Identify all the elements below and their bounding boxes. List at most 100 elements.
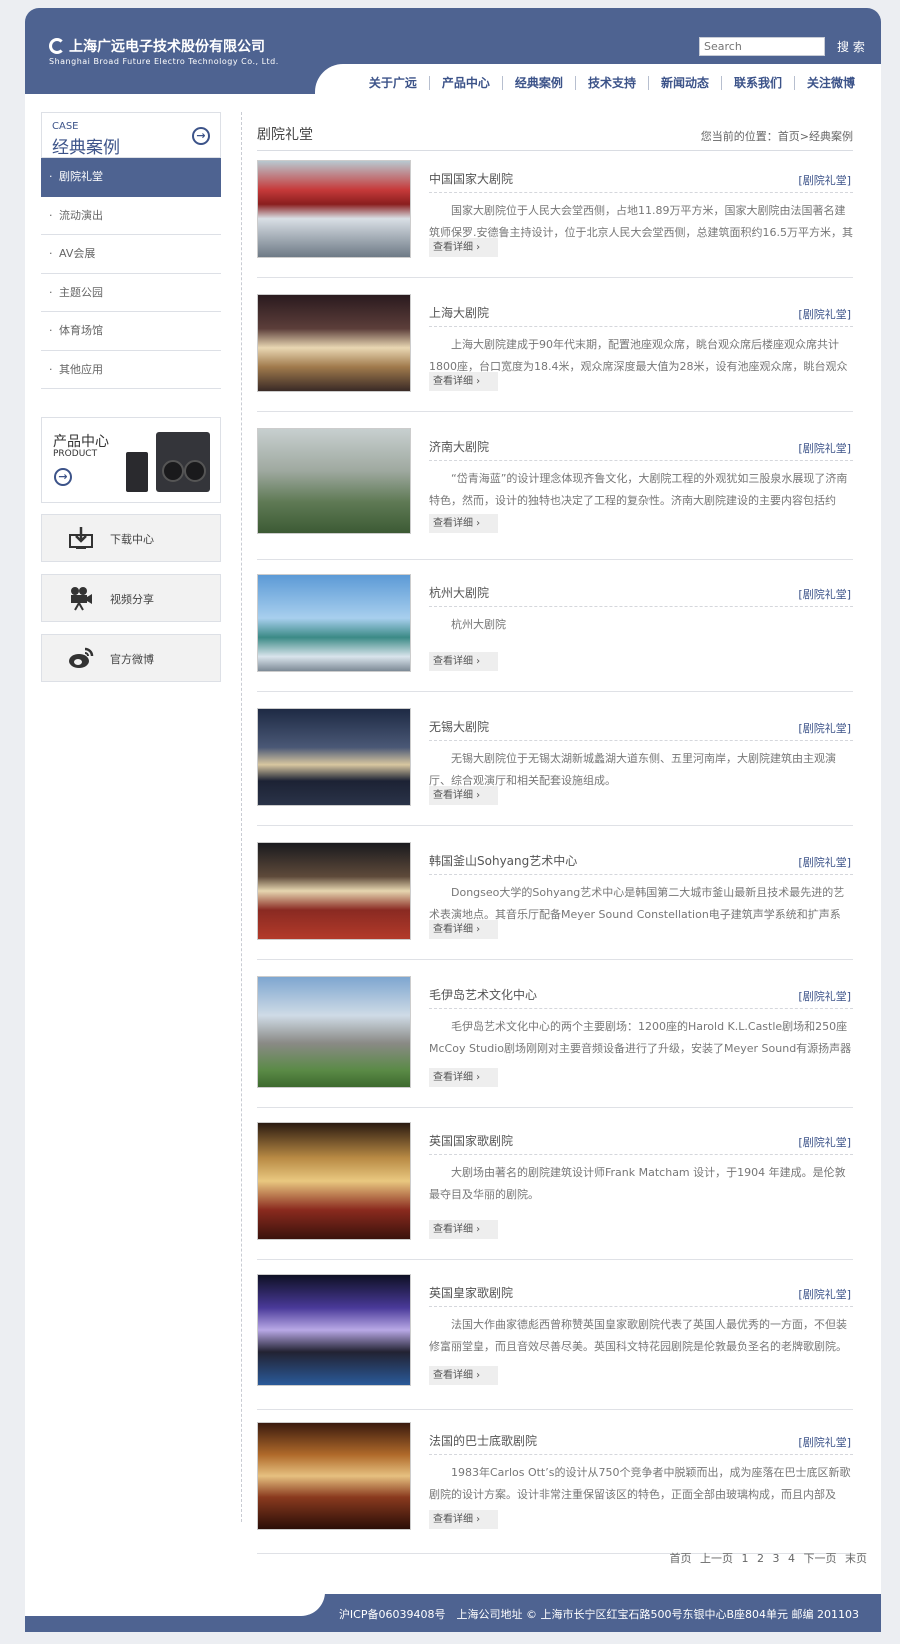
nav-about[interactable]: 关于广远 xyxy=(357,76,429,90)
article-divider xyxy=(429,1154,853,1155)
nav-weibo[interactable]: 关注微博 xyxy=(793,76,867,90)
article-thumbnail[interactable] xyxy=(257,842,411,940)
video-share-button[interactable]: 视频分享 xyxy=(41,574,221,622)
pager-page-3[interactable]: 3 xyxy=(773,1552,780,1565)
footer-info: 沪ICP备06039408号 上海公司地址 © 上海市长宁区红宝石路500号东银… xyxy=(338,1608,859,1621)
article-thumbnail[interactable] xyxy=(257,1122,411,1240)
view-detail-button[interactable]: 查看详细 › xyxy=(429,652,498,671)
article-title[interactable]: 杭州大剧院 xyxy=(429,584,489,601)
speaker-large-icon xyxy=(156,432,210,492)
article-category[interactable]: [剧院礼堂] xyxy=(798,306,851,322)
article-item-busan-sohyang: 韩国釜山Sohyang艺术中心 [剧院礼堂] Dongseo大学的Sohyang艺术… xyxy=(257,842,853,960)
article-thumbnail[interactable] xyxy=(257,708,411,806)
article-category[interactable]: [剧院礼堂] xyxy=(798,440,851,456)
article-title[interactable]: 毛伊岛艺术文化中心 xyxy=(429,986,537,1003)
article-category[interactable]: [剧院礼堂] xyxy=(798,854,851,870)
view-detail-button[interactable]: 查看详细 › xyxy=(429,1068,498,1087)
sidebar-heading: CASE 经典案例 → xyxy=(41,112,221,158)
article-summary: 1983年Carlos Ott’s的设计从750个竞争者中脱颖而出，成为座落在巴… xyxy=(429,1466,851,1501)
article-category[interactable]: [剧院礼堂] xyxy=(798,1434,851,1450)
view-detail-button[interactable]: 查看详细 › xyxy=(429,786,498,805)
pager-last[interactable]: 末页 xyxy=(845,1552,867,1565)
column-divider xyxy=(241,112,242,1522)
sidebar-item-other[interactable]: 其他应用 xyxy=(41,351,221,389)
article-thumbnail[interactable] xyxy=(257,574,411,672)
article-divider xyxy=(429,1454,853,1455)
sidebar-item-av-expo[interactable]: AV会展 xyxy=(41,235,221,274)
article-title[interactable]: 中国国家大剧院 xyxy=(429,170,513,187)
article-item-royal-opera: 英国皇家歌剧院 [剧院礼堂] 法国大作曲家德彪西曾称赞英国皇家歌剧院代表了英国人最优… xyxy=(257,1274,853,1410)
speaker-small-icon xyxy=(126,452,148,492)
view-detail-button[interactable]: 查看详细 › xyxy=(429,1220,498,1239)
article-title[interactable]: 济南大剧院 xyxy=(429,438,489,455)
sidebar-item-touring[interactable]: 流动演出 xyxy=(41,197,221,235)
download-center-label: 下载中心 xyxy=(110,533,154,546)
pager-next[interactable]: 下一页 xyxy=(804,1552,837,1565)
article-category[interactable]: [剧院礼堂] xyxy=(798,720,851,736)
article-thumbnail[interactable] xyxy=(257,160,411,258)
article-category[interactable]: [剧院礼堂] xyxy=(798,586,851,602)
article-thumbnail[interactable] xyxy=(257,428,411,534)
article-divider xyxy=(429,606,853,607)
article-title[interactable]: 韩国釜山Sohyang艺术中心 xyxy=(429,852,577,869)
article-item-english-national: 英国国家歌剧院 [剧院礼堂] 大剧场由著名的剧院建筑设计师Frank Matcham… xyxy=(257,1122,853,1260)
article-title[interactable]: 法国的巴士底歌剧院 xyxy=(429,1432,537,1449)
pagination: 首页 上一页 1 2 3 4 下一页 末页 xyxy=(665,1550,868,1566)
view-detail-button[interactable]: 查看详细 › xyxy=(429,238,498,257)
pager-page-1[interactable]: 1 xyxy=(742,1552,749,1565)
article-category[interactable]: [剧院礼堂] xyxy=(798,1134,851,1150)
view-detail-button[interactable]: 查看详细 › xyxy=(429,1366,498,1385)
view-detail-button[interactable]: 查看详细 › xyxy=(429,1510,498,1529)
pager-first[interactable]: 首页 xyxy=(670,1552,692,1565)
search-input[interactable] xyxy=(699,37,825,56)
article-item-bastille-opera: 法国的巴士底歌剧院 [剧院礼堂] 1983年Carlos Ott’s的设计从750个… xyxy=(257,1422,853,1554)
breadcrumb: 您当前的位置：首页>经典案例 xyxy=(700,130,853,143)
official-weibo-button[interactable]: 官方微博 xyxy=(41,634,221,682)
pager-prev[interactable]: 上一页 xyxy=(700,1552,733,1565)
article-thumbnail[interactable] xyxy=(257,1274,411,1386)
page-title: 剧院礼堂 xyxy=(257,127,313,143)
sidebar-item-theater[interactable]: 剧院礼堂 xyxy=(41,158,221,197)
pager-page-2[interactable]: 2 xyxy=(757,1552,764,1565)
article-divider xyxy=(429,874,853,875)
video-camera-icon xyxy=(68,585,94,611)
nav-products[interactable]: 产品中心 xyxy=(428,76,502,90)
nav-cases[interactable]: 经典案例 xyxy=(501,76,575,90)
arrow-right-icon[interactable]: → xyxy=(54,468,72,486)
nav-contact[interactable]: 联系我们 xyxy=(720,76,794,90)
main-nav: 关于广远 产品中心 经典案例 技术支持 新闻动态 联系我们 关注微博 xyxy=(357,76,867,90)
official-weibo-label: 官方微博 xyxy=(110,653,154,666)
article-summary: 毛伊岛艺术文化中心的两个主要剧场：1200座的Harold K.L.Castle… xyxy=(429,1020,852,1055)
article-summary: 法国大作曲家德彪西曾称赞英国皇家歌剧院代表了英国人最优秀的一方面，不但装修富丽堂… xyxy=(429,1318,847,1353)
logo-text-cn: 上海广远电子技术股份有限公司 xyxy=(69,39,265,55)
article-thumbnail[interactable] xyxy=(257,976,411,1088)
view-detail-button[interactable]: 查看详细 › xyxy=(429,372,498,391)
article-item-shanghai-grand: 上海大剧院 [剧院礼堂] 上海大剧院建成于90年代末期，配置池座观众席，眺台观众席后… xyxy=(257,294,853,412)
title-divider xyxy=(257,150,853,151)
view-detail-button[interactable]: 查看详细 › xyxy=(429,514,498,533)
article-title[interactable]: 英国皇家歌剧院 xyxy=(429,1284,513,1301)
article-title[interactable]: 英国国家歌剧院 xyxy=(429,1132,513,1149)
article-thumbnail[interactable] xyxy=(257,1422,411,1530)
article-item-wuxi-grand: 无锡大剧院 [剧院礼堂] 无锡大剧院位于无锡太湖新城蠡湖大道东侧、五里河南岸，大剧院… xyxy=(257,708,853,826)
search-button[interactable]: 搜 索 xyxy=(837,38,865,55)
sidebar-item-stadium[interactable]: 体育场馆 xyxy=(41,312,221,351)
sidebar-menu: 剧院礼堂 流动演出 AV会展 主题公园 体育场馆 其他应用 xyxy=(41,158,221,389)
article-divider xyxy=(429,460,853,461)
pager-page-4[interactable]: 4 xyxy=(788,1552,795,1565)
arrow-right-icon[interactable]: → xyxy=(192,127,210,145)
view-detail-button[interactable]: 查看详细 › xyxy=(429,920,498,939)
product-center-box[interactable]: 产品中心 PRODUCT → xyxy=(41,417,221,503)
download-center-button[interactable]: 下载中心 xyxy=(41,514,221,562)
nav-news[interactable]: 新闻动态 xyxy=(647,76,721,90)
article-category[interactable]: [剧院礼堂] xyxy=(798,172,851,188)
article-title[interactable]: 上海大剧院 xyxy=(429,304,489,321)
article-thumbnail[interactable] xyxy=(257,294,411,392)
article-category[interactable]: [剧院礼堂] xyxy=(798,988,851,1004)
nav-support[interactable]: 技术支持 xyxy=(574,76,648,90)
product-center-title: 产品中心 xyxy=(53,434,109,450)
article-divider xyxy=(429,1306,853,1307)
article-category[interactable]: [剧院礼堂] xyxy=(798,1286,851,1302)
sidebar-item-theme-park[interactable]: 主题公园 xyxy=(41,274,221,312)
article-title[interactable]: 无锡大剧院 xyxy=(429,718,489,735)
